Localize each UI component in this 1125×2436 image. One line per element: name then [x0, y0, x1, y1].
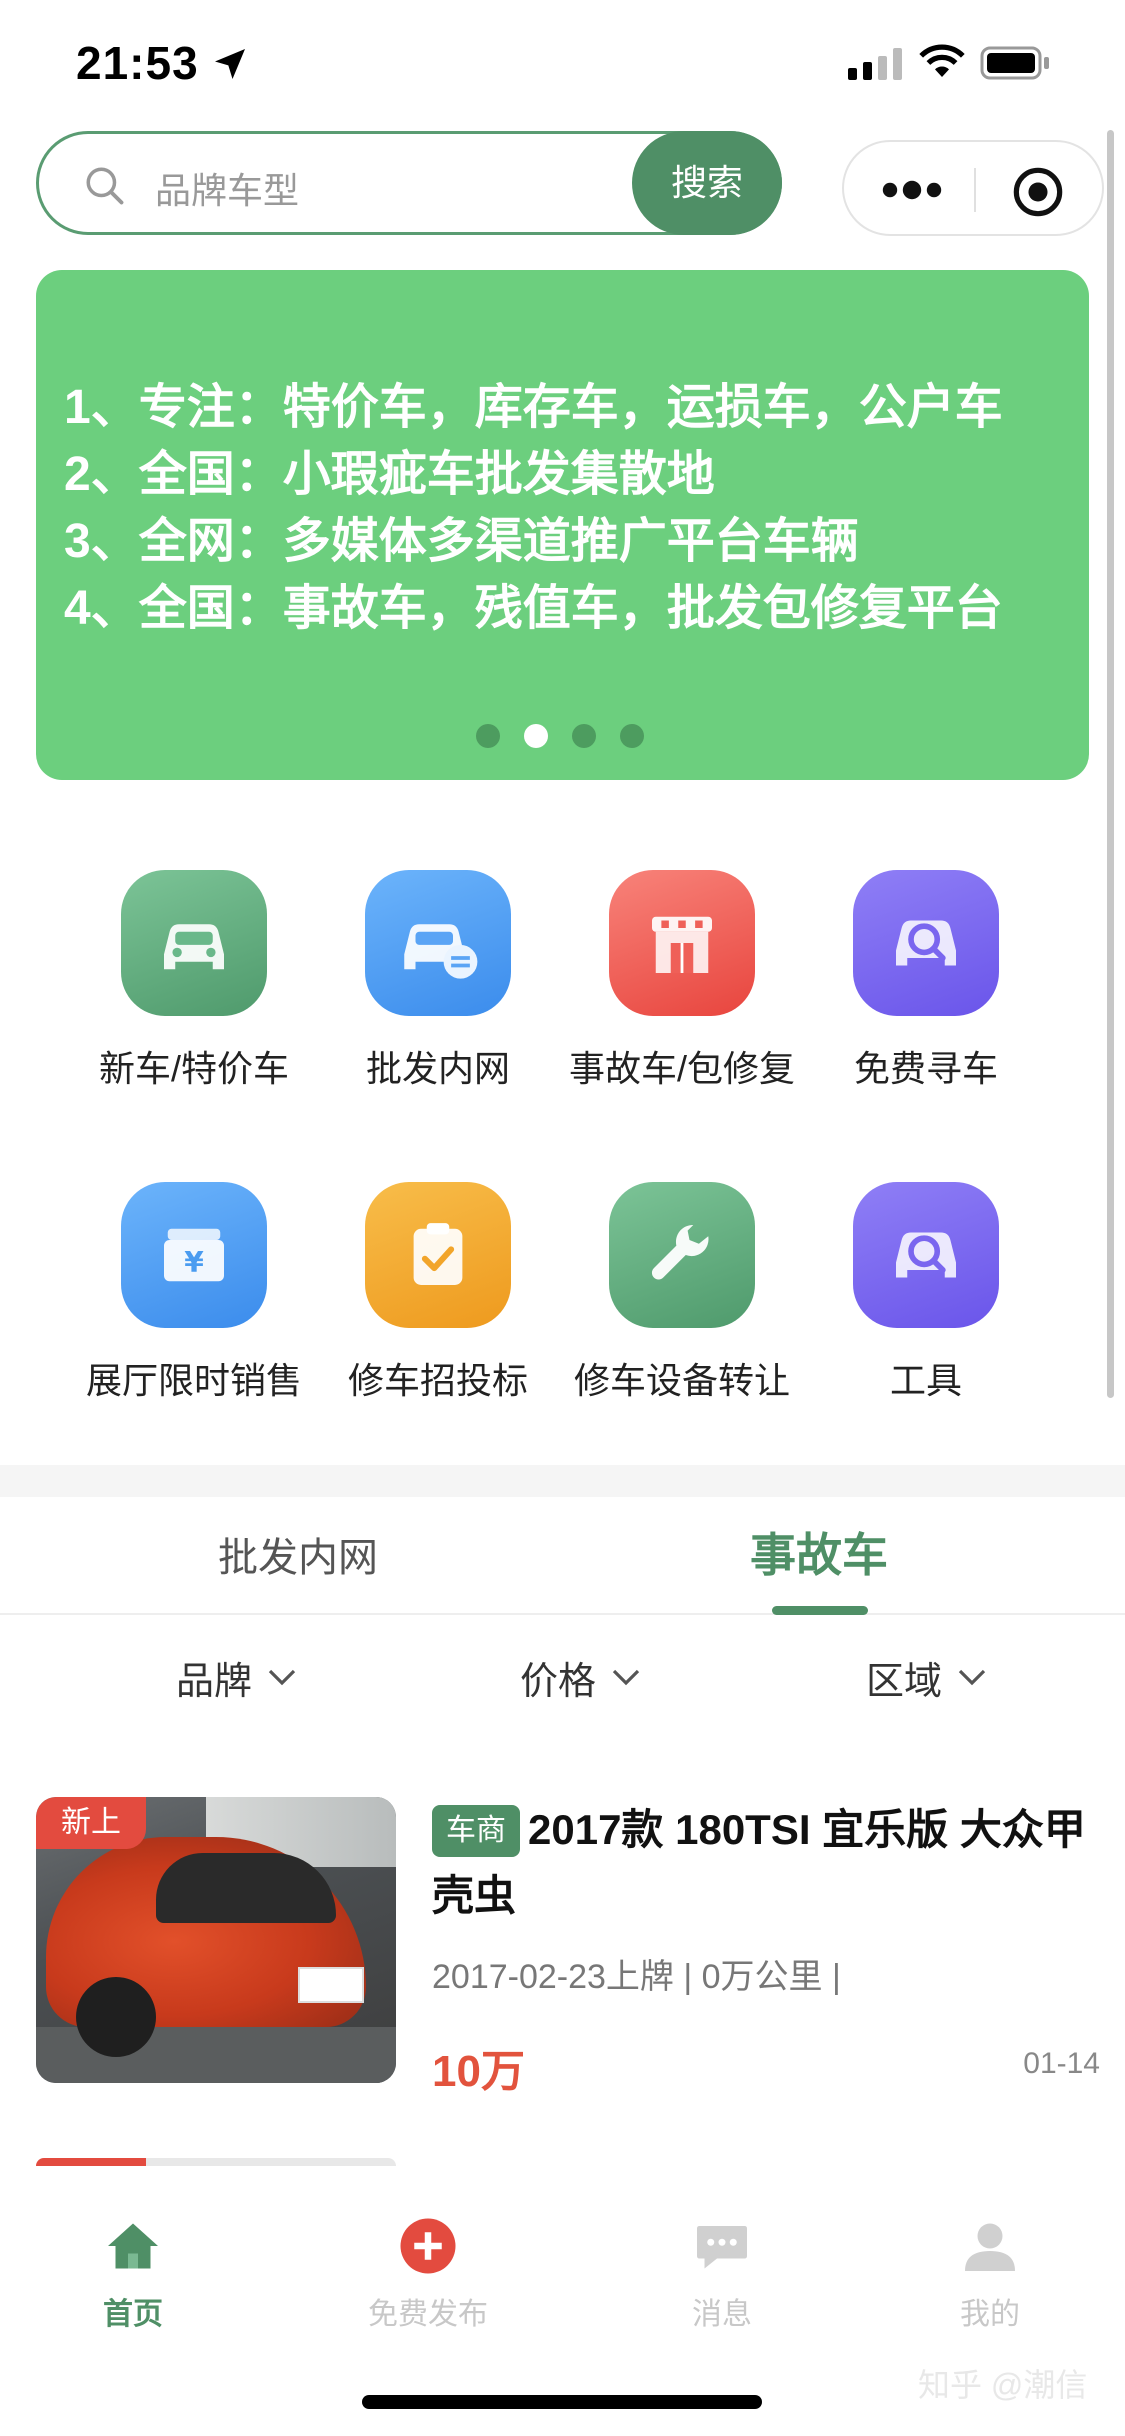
- grid-label: 修车招投标: [347, 1360, 528, 1401]
- next-listing-peek: [36, 2158, 396, 2166]
- nav-label: 我的: [960, 2298, 1020, 2331]
- chevron-down-icon: [958, 1669, 986, 1685]
- plus-circle-icon: [400, 2218, 456, 2274]
- grid-label: 批发内网: [365, 1048, 510, 1089]
- grid-item-wholesale[interactable]: 批发内网: [318, 870, 558, 1096]
- nav-home[interactable]: 首页: [33, 2216, 233, 2333]
- car-list-icon: [365, 870, 511, 1016]
- scrollbar[interactable]: [1107, 130, 1114, 1398]
- chevron-down-icon: [612, 1669, 640, 1685]
- grid-item-tools[interactable]: 工具: [806, 1182, 1046, 1408]
- pagination-dot[interactable]: [476, 724, 500, 748]
- filter-label: 品牌: [176, 1661, 253, 1703]
- location-arrow-icon: [215, 49, 245, 79]
- grid-item-accident-car[interactable]: 事故车/包修复: [562, 870, 802, 1096]
- svg-text:¥: ¥: [184, 1246, 204, 1279]
- filter-price[interactable]: 价格: [520, 1650, 640, 1705]
- license-plate: [298, 1967, 364, 2003]
- listing-tabs: 批发内网 事故车: [0, 1497, 1125, 1615]
- clipboard-check-icon: [365, 1182, 511, 1328]
- search-bar[interactable]: 品牌车型 搜索: [36, 131, 782, 235]
- user-icon: [965, 2223, 1015, 2271]
- filter-label: 区域: [866, 1661, 943, 1703]
- cellular-signal-icon: [848, 48, 902, 80]
- listing-price: 10万: [432, 2047, 525, 2096]
- more-icon[interactable]: [882, 176, 942, 204]
- grid-label: 新车/特价车: [98, 1048, 289, 1089]
- close-target-icon[interactable]: [1012, 166, 1064, 218]
- dealer-tag: 车商: [432, 1805, 520, 1857]
- nav-free-post[interactable]: 免费发布: [328, 2216, 528, 2333]
- search-input[interactable]: 品牌车型: [155, 162, 299, 214]
- filter-region[interactable]: 区域: [866, 1650, 986, 1705]
- banner-text: 1、专注：特价车，库存车，运损车，公户车 2、全国：小瑕疵车批发集散地 3、全网…: [64, 374, 1003, 642]
- search-icon: [86, 167, 124, 205]
- listing-meta: 2017-02-23上牌 | 0万公里 |: [432, 1958, 841, 1996]
- nav-messages[interactable]: 消息: [622, 2216, 822, 2333]
- tab-indicator: [772, 1606, 868, 1615]
- nav-label: 免费发布: [368, 2298, 488, 2331]
- mini-program-capsule: [842, 140, 1104, 236]
- car-photo: 新上: [36, 1797, 396, 2083]
- grid-item-free-search[interactable]: 免费寻车: [806, 870, 1046, 1096]
- filter-label: 价格: [520, 1661, 597, 1703]
- listing-title-text: 2017款 180TSI 宜乐版 大众甲壳虫: [432, 1806, 1086, 1919]
- chevron-down-icon: [268, 1669, 296, 1685]
- car-icon: [121, 870, 267, 1016]
- banner-line: 3、全网：多媒体多渠道推广平台车辆: [64, 515, 859, 568]
- car-window: [156, 1853, 336, 1923]
- watermark: 知乎 @潮信: [918, 2367, 1088, 2403]
- pagination-dot-active[interactable]: [524, 724, 548, 748]
- status-time: 21:53: [76, 37, 199, 89]
- grid-label: 事故车/包修复: [568, 1048, 795, 1089]
- nav-label: 消息: [692, 2298, 752, 2331]
- grid-item-equipment-transfer[interactable]: 修车设备转让: [562, 1182, 802, 1408]
- tab-accident-car[interactable]: 事故车: [750, 1519, 888, 1585]
- listing-date: 01-14: [1023, 2047, 1100, 2080]
- filter-brand[interactable]: 品牌: [176, 1650, 296, 1705]
- grid-item-new-car[interactable]: 新车/特价车: [74, 870, 314, 1096]
- banner-line: 1、专注：特价车，库存车，运损车，公户车: [64, 381, 1003, 434]
- car-wheel: [76, 1977, 156, 2057]
- grid-item-showroom-sale[interactable]: ¥ 展厅限时销售: [74, 1182, 314, 1408]
- grid-label: 免费寻车: [853, 1048, 998, 1089]
- filter-bar: 品牌 价格 区域: [0, 1640, 1125, 1720]
- capsule-divider: [974, 168, 976, 212]
- grid-label: 工具: [889, 1360, 962, 1401]
- nav-profile[interactable]: 我的: [890, 2216, 1090, 2333]
- wrench-icon: [609, 1182, 755, 1328]
- promo-banner[interactable]: 1、专注：特价车，库存车，运损车，公户车 2、全国：小瑕疵车批发集散地 3、全网…: [36, 270, 1089, 780]
- grid-item-repair-bidding[interactable]: 修车招投标: [318, 1182, 558, 1408]
- home-icon: [108, 2223, 158, 2269]
- car-search-icon: [853, 870, 999, 1016]
- section-separator: [0, 1465, 1125, 1497]
- search-button[interactable]: 搜索: [632, 131, 782, 235]
- wifi-icon: [919, 44, 965, 77]
- shop-icon: [609, 870, 755, 1016]
- pagination-dot[interactable]: [572, 724, 596, 748]
- yen-box-icon: ¥: [121, 1182, 267, 1328]
- car-listing-card[interactable]: 新上 车商 2017款 180TSI 宜乐版 大众甲壳虫 2017-02-23上牌…: [36, 1797, 1100, 2096]
- home-indicator[interactable]: [362, 2395, 762, 2409]
- car-search-icon: [853, 1182, 999, 1328]
- battery-icon: [980, 46, 1049, 80]
- new-listing-badge: 新上: [36, 1797, 146, 1849]
- status-bar: 21:53: [0, 0, 1125, 130]
- banner-line: 4、全国：事故车，残值车，批发包修复平台: [64, 582, 1003, 635]
- banner-line: 2、全国：小瑕疵车批发集散地: [64, 448, 715, 501]
- grid-label: 修车设备转让: [573, 1360, 790, 1401]
- pagination-dot[interactable]: [620, 724, 644, 748]
- nav-label: 首页: [103, 2298, 163, 2331]
- grid-label: 展厅限时销售: [85, 1360, 302, 1401]
- banner-pagination: [476, 724, 644, 748]
- tab-wholesale[interactable]: 批发内网: [218, 1525, 378, 1583]
- listing-title: 车商 2017款 180TSI 宜乐版 大众甲壳虫: [432, 1797, 1096, 1929]
- chat-icon: [697, 2226, 747, 2269]
